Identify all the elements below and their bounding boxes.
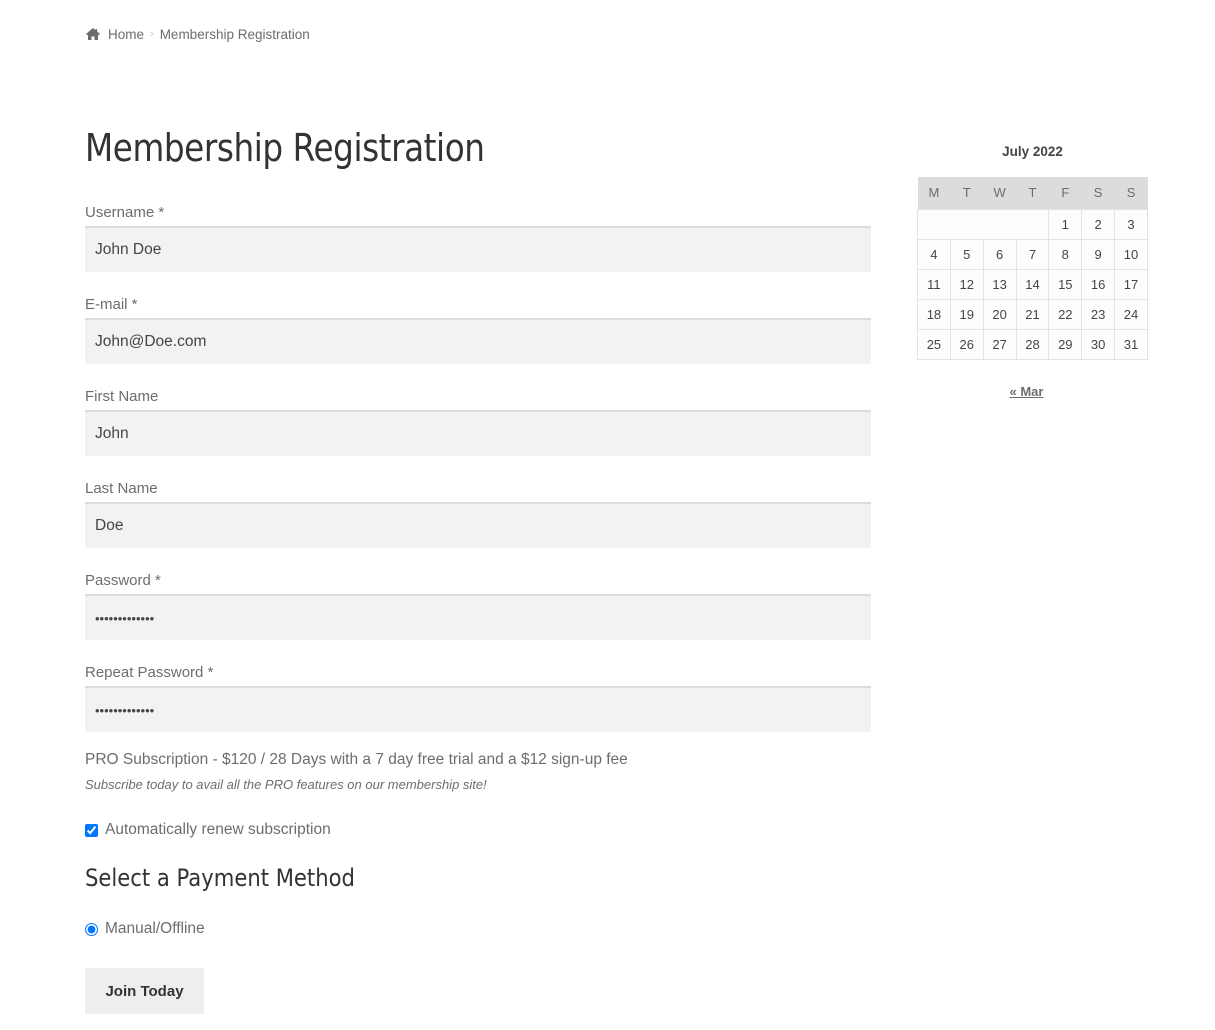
calendar-day: 29 (1048, 328, 1083, 360)
last-name-field-group: Last Name (85, 476, 871, 568)
weekday-header: S (1114, 177, 1148, 209)
repeat-password-label: Repeat Password * (85, 664, 214, 681)
calendar-day: 24 (1114, 298, 1148, 330)
calendar-day: 13 (982, 268, 1017, 300)
calendar-week-row: 25 26 27 28 29 30 31 (917, 328, 1148, 360)
first-name-field-group: First Name (85, 384, 871, 476)
password-input[interactable] (85, 594, 871, 640)
calendar-day: 21 (1015, 298, 1050, 330)
weekday-header: M (917, 177, 951, 209)
calendar-day: 10 (1114, 238, 1148, 270)
calendar-day: 9 (1081, 238, 1116, 270)
calendar-day: 6 (982, 238, 1017, 270)
calendar-day: 14 (1015, 268, 1050, 300)
subscription-note: Subscribe today to avail all the PRO fea… (85, 777, 487, 792)
last-name-input[interactable] (85, 502, 871, 548)
username-field-group: Username * (85, 200, 871, 292)
first-name-label: First Name (85, 388, 159, 405)
calendar-day: 28 (1015, 328, 1050, 360)
calendar-day: 11 (917, 268, 951, 300)
breadcrumb-separator: › (150, 28, 154, 40)
breadcrumb: Home › Membership Registration (85, 24, 310, 44)
first-name-input[interactable] (85, 410, 871, 456)
calendar-body: 1 2 3 4 5 6 7 8 9 10 11 12 13 14 15 16 17 18 19 20 21 22 23 24 2… (916, 208, 1148, 360)
calendar-day: 16 (1081, 268, 1116, 300)
calendar-widget: July 2022 M T W T F S S 1 2 3 4 5 6 7 8 9 10 11 12 1… (916, 140, 1148, 399)
calendar-day: 18 (917, 298, 951, 330)
calendar-day: 23 (1081, 298, 1116, 330)
calendar-day: 31 (1114, 328, 1148, 360)
repeat-password-field-group: Repeat Password * (85, 660, 871, 752)
calendar-day: 7 (1015, 238, 1050, 270)
calendar-day: 17 (1114, 268, 1148, 300)
calendar-pad-cell (916, 208, 1049, 240)
subscription-description: PRO Subscription - $120 / 28 Days with a… (85, 751, 628, 768)
payment-manual-label: Manual/Offline (105, 920, 205, 937)
join-today-button[interactable]: Join Today (85, 968, 204, 1014)
calendar-day: 4 (917, 238, 951, 270)
calendar-nav: « Mar (917, 384, 1136, 399)
password-label: Password * (85, 572, 161, 589)
calendar-week-row: 11 12 13 14 15 16 17 (917, 268, 1148, 300)
calendar-week-row: 4 5 6 7 8 9 10 (917, 238, 1148, 270)
auto-renew-label: Automatically renew subscription (105, 821, 331, 838)
calendar-week-row: 123 (916, 208, 1148, 240)
calendar-day: 19 (949, 298, 984, 330)
calendar-day: 22 (1048, 298, 1083, 330)
payment-option-manual[interactable]: Manual/Offline (85, 920, 205, 938)
calendar-prev-link[interactable]: « Mar (1010, 384, 1044, 399)
calendar-day: 1 (1048, 208, 1083, 240)
calendar-caption: July 2022 (1002, 144, 1063, 159)
calendar-weekday-row: M T W T F S S (917, 177, 1148, 209)
last-name-label: Last Name (85, 480, 158, 497)
email-input[interactable] (85, 318, 871, 364)
weekday-header: T (950, 177, 984, 209)
breadcrumb-current: Membership Registration (159, 26, 310, 42)
weekday-header: T (1016, 177, 1049, 209)
weekday-header: W (983, 177, 1017, 209)
calendar-table: M T W T F S S 1 2 3 4 5 6 7 8 9 10 11 12 13 14 15 16 17 1… (916, 177, 1148, 360)
calendar-day: 12 (949, 268, 984, 300)
home-icon[interactable] (85, 27, 101, 41)
calendar-day: 30 (1081, 328, 1116, 360)
payment-method-title: Select a Payment Method (85, 864, 355, 892)
breadcrumb-home-link[interactable]: Home (108, 27, 144, 42)
calendar-day: 3 (1114, 208, 1148, 240)
repeat-password-input[interactable] (85, 686, 871, 732)
email-field-group: E-mail * (85, 292, 871, 384)
calendar-day: 5 (949, 238, 984, 270)
email-label: E-mail * (85, 296, 138, 313)
calendar-day: 8 (1048, 238, 1083, 270)
weekday-header: S (1081, 177, 1115, 209)
registration-form: Username * E-mail * First Name Last Name… (85, 200, 871, 752)
calendar-day: 20 (982, 298, 1017, 330)
auto-renew-option[interactable]: Automatically renew subscription (85, 821, 331, 839)
calendar-week-row: 18 19 20 21 22 23 24 (917, 298, 1148, 330)
payment-manual-radio[interactable] (85, 922, 98, 936)
calendar-day: 15 (1048, 268, 1083, 300)
username-input[interactable] (85, 226, 871, 272)
auto-renew-checkbox[interactable] (85, 823, 98, 837)
calendar-day: 25 (917, 328, 951, 360)
calendar-day: 27 (982, 328, 1017, 360)
calendar-day: 26 (949, 328, 984, 360)
calendar-day: 2 (1081, 208, 1116, 240)
username-label: Username * (85, 204, 165, 221)
weekday-header: F (1048, 177, 1082, 209)
page-title: Membership Registration (85, 126, 485, 170)
password-field-group: Password * (85, 568, 871, 660)
